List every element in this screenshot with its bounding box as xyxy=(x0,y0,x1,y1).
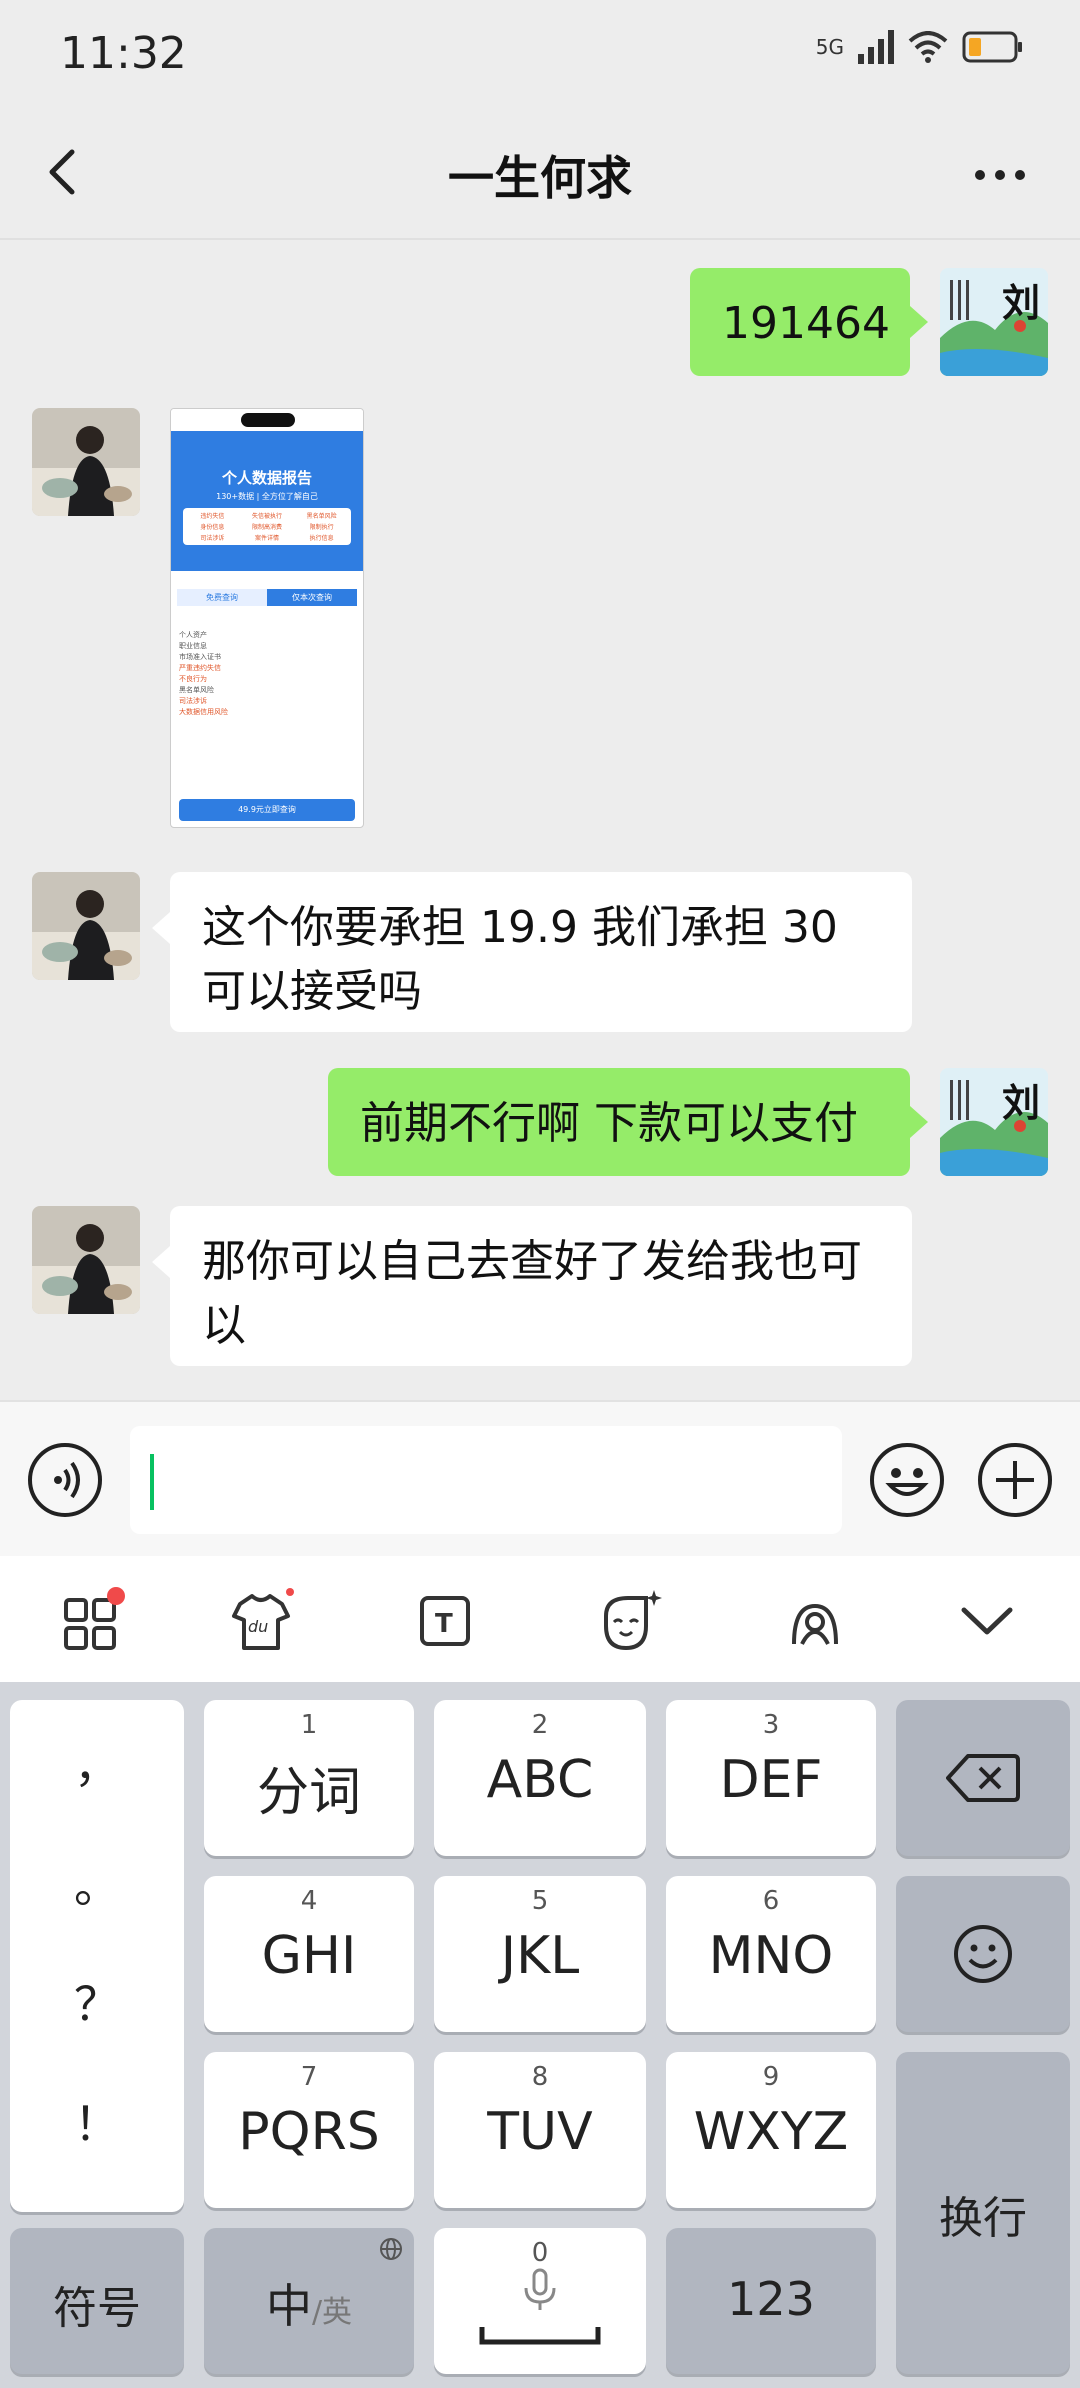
message-text: 191464 xyxy=(722,298,890,349)
key-9[interactable]: 9 WXYZ xyxy=(666,2052,876,2208)
image-tag-grid: 违约失信 失信被执行 黑名单风险 身份信息 限制高消费 限制执行 司法涉诉 案件… xyxy=(183,508,351,545)
wifi-icon xyxy=(908,31,948,63)
message-text: 这个你要承担 19.9 我们承担 30 可以接受吗 xyxy=(202,902,838,1017)
image-tabs: 免费查询 仅本次查询 xyxy=(177,589,357,606)
more-icon[interactable] xyxy=(970,150,1030,200)
emoji-icon[interactable] xyxy=(870,1443,944,1517)
key-1[interactable]: 1 分词 xyxy=(204,1700,414,1856)
battery-icon xyxy=(962,31,1022,63)
message-bubble-received[interactable]: 这个你要承担 19.9 我们承担 30 可以接受吗 xyxy=(170,872,912,1032)
key-7[interactable]: 7 PQRS xyxy=(204,2052,414,2208)
image-subtitle: 130+数据 | 全方位了解自己 xyxy=(216,492,318,501)
text-icon[interactable]: T xyxy=(410,1586,480,1656)
message-bubble-sent[interactable]: 前期不行啊 下款可以支付 xyxy=(328,1068,910,1176)
contact-avatar[interactable] xyxy=(32,872,140,980)
voice-person-icon[interactable] xyxy=(780,1586,850,1656)
message-bubble-sent[interactable]: 191464 xyxy=(690,268,910,376)
app-grid-icon[interactable] xyxy=(56,1586,126,1656)
key-5[interactable]: 5 JKL xyxy=(434,1876,646,2032)
language-switch-key[interactable]: 中/英 xyxy=(204,2228,414,2374)
signal-icon xyxy=(858,30,894,64)
bubble-tail xyxy=(910,306,928,338)
image-status-bar xyxy=(171,409,363,431)
contact-avatar[interactable] xyxy=(32,408,140,516)
image-cta: 49.9元立即查询 xyxy=(179,799,355,821)
punctuation-panel[interactable]: ， 。 ？ ！ xyxy=(10,1700,184,2212)
contact-avatar[interactable] xyxy=(32,1206,140,1314)
space-key[interactable]: 0 xyxy=(434,2228,646,2374)
status-icons: 5G xyxy=(816,30,1024,64)
bubble-tail xyxy=(910,1106,928,1138)
chat-title: 一生何求 xyxy=(448,151,632,205)
text-cursor xyxy=(150,1454,154,1510)
key-8[interactable]: 8 TUV xyxy=(434,2052,646,2208)
key-2[interactable]: 2 ABC xyxy=(434,1700,646,1856)
message-bubble-received[interactable]: 那你可以自己去查好了发给我也可以 xyxy=(170,1206,912,1366)
key-exclaim[interactable]: ！ xyxy=(10,2088,184,2154)
image-message[interactable]: 个人数据报告 130+数据 | 全方位了解自己 违约失信 失信被执行 黑名单风险… xyxy=(170,408,364,828)
key-period[interactable]: 。 xyxy=(10,1850,184,1916)
globe-icon xyxy=(380,2238,402,2260)
status-time: 11:32 xyxy=(60,28,187,79)
collapse-keyboard-icon[interactable] xyxy=(952,1586,1022,1656)
my-avatar[interactable]: 刘 xyxy=(940,1068,1048,1176)
numbers-key[interactable]: 123 xyxy=(666,2228,876,2374)
key-question[interactable]: ？ xyxy=(10,1968,184,2034)
skin-shirt-icon[interactable]: du xyxy=(226,1586,296,1656)
image-title: 个人数据报告 xyxy=(221,469,312,487)
image-items: 个人资产 职业信息 市场准入证书 严重违约失信 不良行为 黑名单风险 司法涉诉 … xyxy=(179,631,228,716)
sticker-face-icon[interactable] xyxy=(594,1586,664,1656)
image-header: 个人数据报告 130+数据 | 全方位了解自己 违约失信 失信被执行 黑名单风险… xyxy=(171,431,363,571)
bubble-tail xyxy=(152,912,170,944)
input-bar xyxy=(0,1400,1080,1556)
key-6[interactable]: 6 MNO xyxy=(666,1876,876,2032)
language-label: 中/英 xyxy=(265,2279,353,2333)
chat-area[interactable]: 191464 刘 个人数据报告 130+数据 | 全方位了解自己 违约失信 失信… xyxy=(0,240,1080,1400)
message-text: 那你可以自己去查好了发给我也可以 xyxy=(202,1236,862,1351)
voice-icon[interactable] xyxy=(28,1443,102,1517)
backspace-key[interactable] xyxy=(896,1700,1070,1856)
svg-text:刘: 刘 xyxy=(1002,1080,1040,1125)
key-comma[interactable]: ， xyxy=(10,1730,184,1796)
svg-text:刘: 刘 xyxy=(1002,280,1040,325)
message-input[interactable] xyxy=(130,1426,842,1534)
keyboard: ， 。 ？ ！ 1 分词 2 ABC 3 DEF 4 GHI 5 JKL 6 M… xyxy=(0,1682,1080,2388)
space-bar-icon xyxy=(479,2327,601,2345)
keyboard-toolbar: du T xyxy=(0,1556,1080,1682)
smiley-icon xyxy=(954,1925,1012,1983)
key-4[interactable]: 4 GHI xyxy=(204,1876,414,2032)
enter-key[interactable]: 换行 xyxy=(896,2052,1070,2374)
emoji-key[interactable] xyxy=(896,1876,1070,2032)
svg-text:du: du xyxy=(248,1617,268,1636)
my-avatar[interactable]: 刘 xyxy=(940,268,1048,376)
symbols-key[interactable]: 符号 xyxy=(10,2228,184,2374)
add-icon[interactable] xyxy=(978,1443,1052,1517)
bubble-tail xyxy=(152,1246,170,1278)
key-3[interactable]: 3 DEF xyxy=(666,1700,876,1856)
network-label: 5G xyxy=(815,35,844,59)
backspace-icon xyxy=(946,1754,1020,1802)
nav-bar: 一生何求 xyxy=(0,110,1080,240)
microphone-icon xyxy=(524,2268,556,2310)
svg-text:T: T xyxy=(435,1609,453,1639)
status-bar: 11:32 5G xyxy=(0,0,1080,110)
message-text: 前期不行啊 下款可以支付 xyxy=(360,1098,858,1149)
